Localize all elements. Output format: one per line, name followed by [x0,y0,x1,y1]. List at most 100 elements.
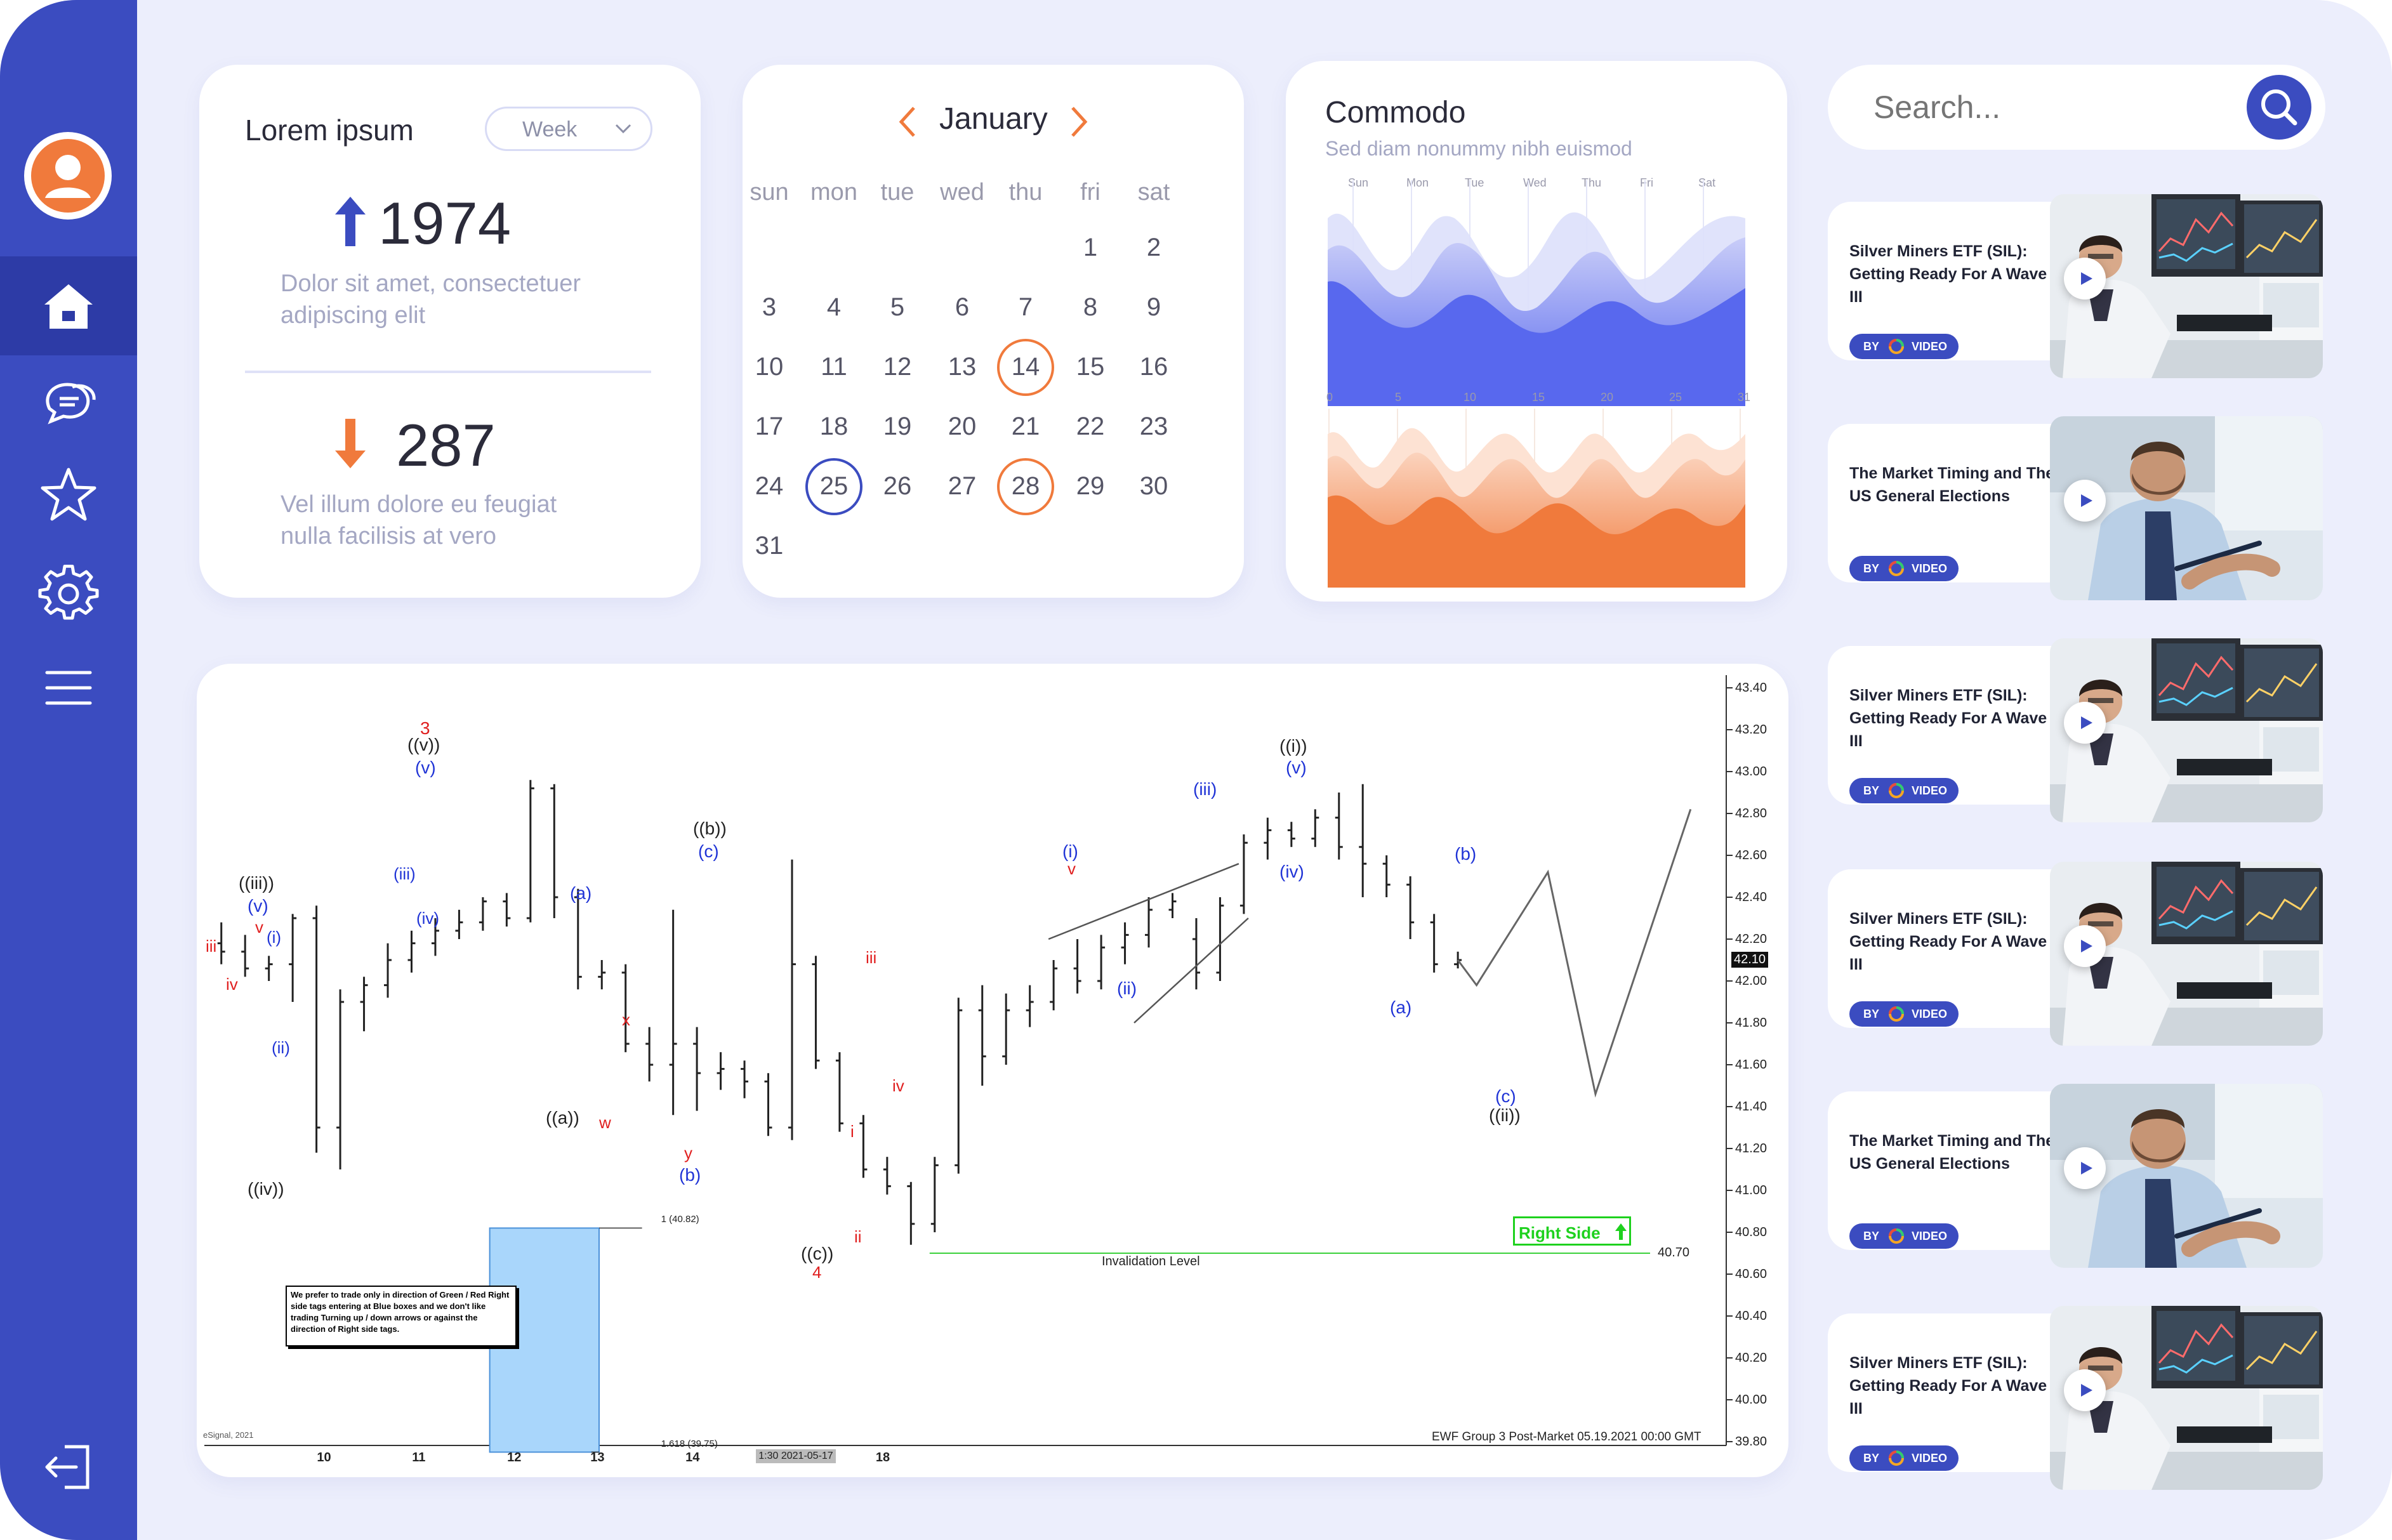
calendar-day[interactable]: 31 [737,532,801,560]
video-card[interactable]: Silver Miners ETF (SIL): Getting Ready F… [1828,638,2323,822]
period-dropdown[interactable]: Week [485,107,652,151]
commodo-card: Commodo Sed diam nonummy nibh euismod Su… [1286,61,1787,602]
chat-icon[interactable] [37,371,100,434]
up-description-line2: adipiscing elit [281,302,426,329]
video-card[interactable]: The Market Timing and The US General Ele… [1828,416,2323,600]
calendar-day[interactable]: 19 [866,412,929,441]
calendar-day[interactable]: 22 [1059,412,1122,441]
calendar-day[interactable]: 6 [930,293,994,322]
play-button[interactable] [2064,258,2106,299]
search-button[interactable] [2247,75,2311,140]
calendar-day[interactable]: 27 [930,472,994,501]
calendar-day[interactable]: 13 [930,353,994,381]
play-icon [2081,494,2092,507]
play-button[interactable] [2064,1147,2106,1189]
search-bar[interactable] [1828,65,2325,150]
calendar-day[interactable]: 11 [802,353,866,381]
video-title: The Market Timing and The US General Ele… [1849,1132,2055,1173]
wave-label: (iv) [1279,862,1304,881]
wave-label: (b) [679,1165,701,1185]
calendar-day[interactable]: 9 [1122,293,1186,322]
trading-note-text: We prefer to trade only in direction of … [291,1290,510,1334]
calendar-day[interactable]: 30 [1122,472,1186,501]
play-button[interactable] [2064,702,2106,744]
calendar-day[interactable]: 24 [737,472,801,501]
right-side-text: Right Side [1519,1223,1601,1242]
wave-label: ((iii)) [239,873,274,893]
calendar-day[interactable]: 8 [1059,293,1122,322]
trading-note-box: We prefer to trade only in direction of … [286,1286,517,1346]
user-avatar[interactable] [24,132,112,220]
calendar-day[interactable]: 18 [802,412,866,441]
video-badge: BY VIDEO [1849,778,1959,803]
chart-footer: EWF Group 3 Post-Market 05.19.2021 00:00… [1432,1430,1701,1444]
video-card[interactable]: Silver Miners ETF (SIL): Getting Ready F… [1828,1306,2323,1490]
video-badge: BY VIDEO [1849,1445,1959,1471]
star-icon[interactable] [37,463,100,527]
y-tick-label: 41.20 [1735,1142,1768,1155]
calendar-day[interactable]: 23 [1122,412,1186,441]
wave-label: (c) [1495,1086,1516,1106]
calendar-day[interactable]: 21 [994,412,1057,441]
calendar-day[interactable]: 15 [1059,353,1122,381]
video-card[interactable]: Silver Miners ETF (SIL): Getting Ready F… [1828,862,2323,1046]
calendar-day[interactable]: 26 [866,472,929,501]
calendar-day[interactable]: 4 [802,293,866,322]
calendar-day[interactable]: 7 [994,293,1057,322]
orange-wave-chart [1328,409,1745,588]
calendar-day[interactable]: 12 [866,353,929,381]
calendar-day[interactable]: 1 [1059,234,1122,262]
wave-label: (iii) [393,864,416,883]
search-icon [2261,89,2297,126]
y-tick-label: 40.60 [1735,1267,1768,1281]
wave-label: iii [206,937,217,956]
search-input[interactable] [1872,84,2205,131]
wave-label: iv [226,975,238,994]
divider [245,371,651,373]
calendar-day[interactable]: 29 [1059,472,1122,501]
sidebar-item-home[interactable] [0,256,137,355]
wave-label: (v) [1286,758,1307,777]
play-button[interactable] [2064,925,2106,967]
calendar-day[interactable]: 10 [737,353,801,381]
calendar-day[interactable]: 25 [802,472,866,501]
chevron-left-icon[interactable] [895,103,920,141]
menu-icon[interactable] [37,656,100,720]
calendar-day[interactable]: 20 [930,412,994,441]
arrow-up-icon [335,197,366,246]
calendar-day[interactable]: 16 [1122,353,1186,381]
badge-by-text: BY [1863,1008,1880,1020]
wave-label-bottom: 0 [1326,391,1333,404]
gear-icon[interactable] [37,562,100,626]
weekday-mon: mon [810,179,857,206]
wave-label: (a) [570,883,592,903]
y-tick-label: 40.20 [1735,1351,1768,1365]
play-icon [2081,1384,2092,1397]
wave-label: (iv) [416,909,440,928]
calendar-card: January sun mon tue wed thu fri sat 1 2 3 4 5 6 7 8 9 10… [743,65,1244,598]
badge-by-text: BY [1863,340,1880,353]
y-tick-label: 41.80 [1735,1016,1768,1030]
price-chart [204,675,1733,1453]
calendar-day[interactable]: 2 [1122,234,1186,262]
weekday-wed: wed [940,179,984,206]
wave-label: (ii) [1117,978,1137,998]
play-button[interactable] [2064,480,2106,522]
brand-logo-icon [1889,1006,1904,1022]
calendar-day[interactable]: 17 [737,412,801,441]
logout-icon[interactable] [37,1435,100,1499]
video-card[interactable]: Silver Miners ETF (SIL): Getting Ready F… [1828,194,2323,378]
chevron-right-icon[interactable] [1066,103,1092,141]
calendar-day[interactable]: 5 [866,293,929,322]
wave-label: ii [854,1227,862,1246]
calendar-day[interactable]: 28 [994,472,1057,501]
video-title: Silver Miners ETF (SIL): Getting Ready F… [1849,687,2047,750]
video-title: Silver Miners ETF (SIL): Getting Ready F… [1849,242,2047,306]
calendar-day[interactable]: 3 [737,293,801,322]
play-button[interactable] [2064,1369,2106,1411]
badge-video-text: VIDEO [1912,784,1948,797]
weekday-fri: fri [1080,179,1100,206]
commodo-title: Commodo [1325,96,1466,129]
calendar-day[interactable]: 14 [994,353,1057,381]
video-card[interactable]: The Market Timing and The US General Ele… [1828,1084,2323,1268]
